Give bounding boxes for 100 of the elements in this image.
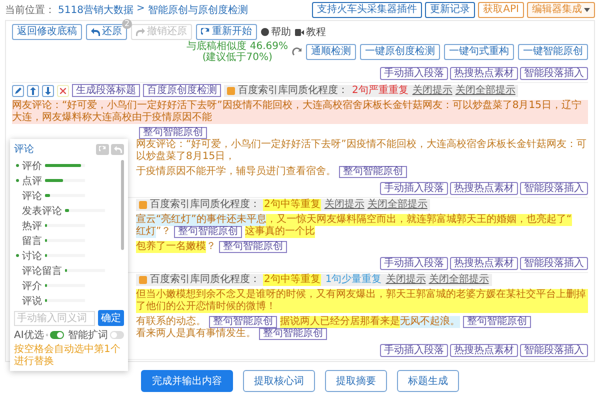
close-hint-link[interactable]: 关闭提示 <box>386 274 426 286</box>
insert-button[interactable]: 热搜热点素材 <box>450 182 518 195</box>
similarity-hint: (建议低于70%) <box>202 52 272 63</box>
rewrite-sentence-button[interactable]: 整句智能原创 <box>139 127 207 139</box>
breadcrumb-label: 当前位置： <box>5 4 55 17</box>
video-camera-icon <box>295 28 304 36</box>
rewrite-sentence-button[interactable]: 整句智能原创 <box>259 328 327 340</box>
article-text: 于疫情原因不能开学，辅导员进门查看宿舍。 <box>136 166 336 178</box>
undo-icon <box>114 146 122 152</box>
hint-label: 百度索引库同质化程度： <box>150 274 260 286</box>
synonym-item[interactable]: 评论留言 <box>14 263 124 278</box>
article-text: 有联系的动态。 <box>136 316 206 328</box>
move-up-button[interactable] <box>27 84 39 96</box>
insert-button[interactable]: 智能段落插入 <box>520 67 588 80</box>
caret-icon <box>584 8 590 12</box>
article-text: 无风不起浪。 <box>400 316 460 328</box>
synonym-item[interactable]: 讨论 <box>14 248 124 263</box>
article-text: ，又一惊天网友爆料隔空而出，就连郭富城郭天王的婚姻，也亮起了“ <box>266 214 572 226</box>
insert-button[interactable]: 手动插入段落 <box>380 257 448 270</box>
insert-button[interactable]: 手动插入段落 <box>380 67 448 80</box>
insert-button[interactable]: 热搜热点素材 <box>450 344 518 357</box>
insert-button[interactable]: 智能段落插入 <box>520 257 588 270</box>
action-button[interactable]: 通顺检测 <box>306 44 356 60</box>
restore-button[interactable]: 还原 <box>86 24 127 40</box>
article-text: 网友评论：“好可爱，小鸟们一定好好活下去呀”因疫情不能回校，大连高校宿舍床板长金针菇网友：可以炒盘菜了8月15日， <box>136 139 588 163</box>
rewrite-sentence-button[interactable]: 整句智能原创 <box>209 316 277 328</box>
hint-label: 百度索引库同质化程度： <box>238 84 348 96</box>
close-all-hints-link[interactable]: 关闭全部提示 <box>428 274 489 286</box>
bottom-button[interactable]: 完成并输出内容 <box>141 370 233 392</box>
close-icon <box>60 88 66 94</box>
article-text: ？ <box>206 241 216 253</box>
edit-button[interactable] <box>12 84 24 96</box>
bottom-button[interactable]: 提取核心词 <box>243 370 315 392</box>
insert-button[interactable]: 手动插入段落 <box>380 344 448 357</box>
article-text: 但当小嫩模想到余不念又是谁呀的时候，又有网友爆出，郭天王郭富城的老婆方媛在某社交平台上删掉了他们的公开恋情时候的微博！ <box>136 289 588 313</box>
bottom-button[interactable]: 标题生成 <box>397 370 459 392</box>
synonym-item[interactable]: 点评 <box>14 173 124 188</box>
arrow-up-icon <box>30 86 36 94</box>
undo-arrow-icon <box>91 28 100 36</box>
header-button[interactable]: 支持火车头采集器插件 <box>312 2 422 18</box>
rewrite-sentence-button[interactable]: 整句智能原创 <box>339 166 407 178</box>
article-text: 包养了一名嫩模 <box>136 241 206 253</box>
insert-button[interactable]: 热搜热点素材 <box>450 257 518 270</box>
restart-button[interactable]: 重新开始 <box>196 24 257 40</box>
expand-label: 智能扩词 <box>68 328 108 342</box>
delete-button[interactable] <box>57 84 69 96</box>
scrollbar[interactable] <box>121 160 124 250</box>
close-hint-link[interactable]: 关闭提示 <box>324 199 364 211</box>
close-hint-link[interactable]: 关闭提示 <box>412 84 452 96</box>
insert-button[interactable]: 智能段落插入 <box>520 344 588 357</box>
synonym-item[interactable]: 热评 <box>14 218 124 233</box>
close-all-hints-link[interactable]: 关闭全部提示 <box>367 199 428 211</box>
help-link[interactable]: 帮助 <box>261 25 291 39</box>
synonym-item[interactable]: 留言 <box>14 233 124 248</box>
action-button[interactable]: 一键原创度检测 <box>360 44 440 60</box>
count-badge: 2 <box>122 19 132 29</box>
refresh-icon <box>201 28 210 36</box>
duplication-level: 2句严重重复 <box>351 84 410 96</box>
refresh-icon <box>99 146 106 152</box>
tutorial-link[interactable]: 教程 <box>295 25 326 39</box>
article-text: 宣云“亮红灯”的事件还未平息 <box>136 214 266 226</box>
article-text: 这事真的一个比 <box>245 226 316 238</box>
paragraph-tool-button[interactable]: 百度原创度检测 <box>143 84 221 97</box>
bottom-button[interactable]: 提取摘要 <box>325 370 387 392</box>
rewrite-sentence-button[interactable]: 整句智能原创 <box>463 316 531 328</box>
header-button[interactable]: 更新记录 <box>425 2 476 18</box>
action-button[interactable]: 一键智能原创 <box>518 44 588 60</box>
synonym-item[interactable]: 发表评论 <box>14 203 124 218</box>
back-button[interactable]: 返回修改底稿 <box>12 24 82 40</box>
breadcrumb-link[interactable]: 5118营销大数据 <box>58 3 134 17</box>
synonym-item[interactable]: 评价 <box>14 158 124 173</box>
article-text: 红灯 <box>136 226 156 238</box>
duplication-level: 2句中等重复 <box>263 199 322 211</box>
insert-button[interactable]: 手动插入段落 <box>380 182 448 195</box>
insert-button[interactable]: 热搜热点素材 <box>450 67 518 80</box>
article-text: 看来两人是真有事情发生。 <box>136 328 256 340</box>
warning-icon <box>139 276 147 284</box>
ai-label: AI优选 <box>14 328 44 342</box>
action-button[interactable]: 一键句式重构 <box>444 44 514 60</box>
paragraph-tool-button[interactable]: 生成段落标题 <box>72 84 140 97</box>
synonym-item[interactable]: 评论 <box>14 188 124 203</box>
toggle-switch[interactable] <box>50 331 64 339</box>
insert-button[interactable]: 智能段落插入 <box>520 182 588 195</box>
synonym-item[interactable]: 评介 <box>14 278 124 293</box>
hint-label: 百度索引库同质化程度： <box>150 199 260 211</box>
warning-icon <box>227 86 235 94</box>
rewrite-sentence-button[interactable]: 整句智能原创 <box>219 241 287 253</box>
synonym-item[interactable]: 评说 <box>14 293 124 308</box>
rewrite-sentence-button[interactable]: 整句智能原创 <box>174 226 242 238</box>
synonym-input[interactable]: 手动输入同义词 <box>14 310 95 326</box>
close-all-hints-link[interactable]: 关闭全部提示 <box>455 84 516 96</box>
move-down-button[interactable] <box>42 84 54 96</box>
confirm-button[interactable]: 确定 <box>98 310 124 326</box>
pencil-icon <box>14 87 22 94</box>
breadcrumb-link[interactable]: 智能原创与原创度检测 <box>148 3 248 17</box>
arrow-down-icon <box>45 86 51 94</box>
article-text: ”？ <box>156 226 172 238</box>
toggle-switch[interactable] <box>110 331 124 339</box>
duplication-level: 2句中等重复 <box>263 274 322 286</box>
refresh-icon[interactable] <box>292 47 302 57</box>
